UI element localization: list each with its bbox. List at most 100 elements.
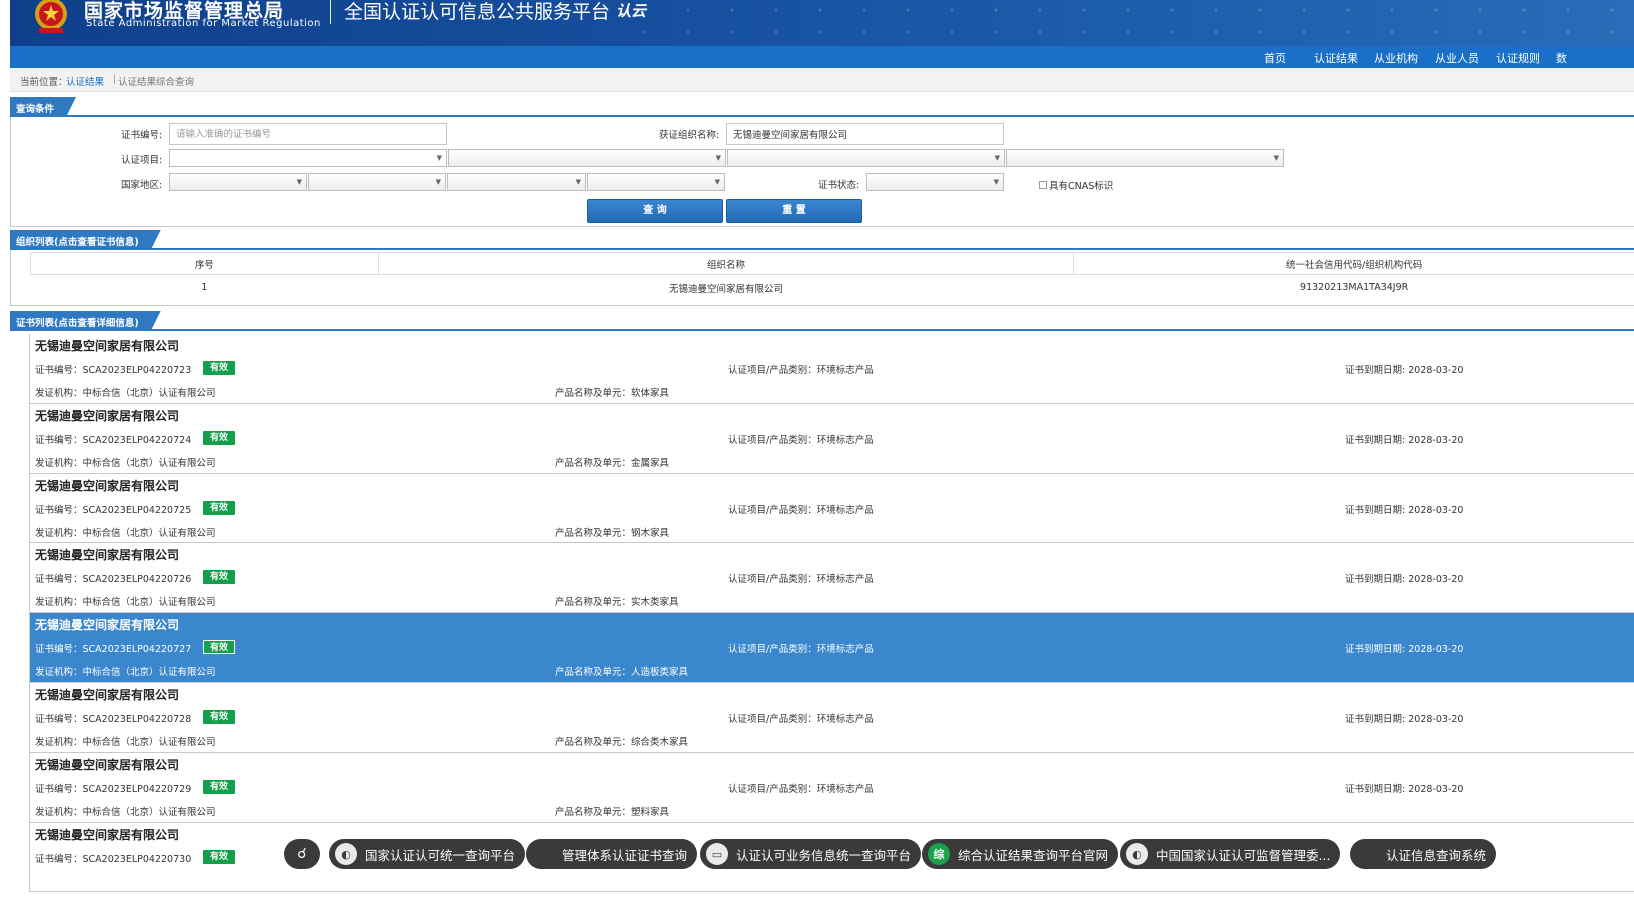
cert-no-label: 证书编号： bbox=[35, 504, 83, 516]
link-pill-5[interactable]: ◐ 中国国家认证认可监督管理委... bbox=[1120, 839, 1341, 869]
list-item[interactable]: 无锡迪曼空间家居有限公司 证书编号：SCA2023ELP04220723 有效 认证项… bbox=[29, 334, 1634, 404]
cert-item-value: 环境标志产品 bbox=[816, 504, 874, 516]
issuer-label: 发证机构： bbox=[35, 597, 83, 609]
product-value: 人造板类家具 bbox=[631, 667, 689, 679]
cert-no-field: 证书编号：SCA2023ELP04220730 bbox=[35, 851, 191, 865]
cert-no-field: 证书编号：SCA2023ELP04220726 bbox=[35, 571, 191, 585]
link-label: 中国国家认证认可监督管理委... bbox=[1156, 847, 1331, 863]
list-item[interactable]: 无锡迪曼空间家居有限公司 证书编号：SCA2023ELP04220725 有效 认证项… bbox=[29, 473, 1634, 544]
left-margin bbox=[0, 0, 10, 904]
issuer-field: 发证机构：中标合信（北京）认证有限公司 bbox=[35, 594, 216, 608]
table-row[interactable]: 1 无锡迪曼空间家居有限公司 91320213MA1TA34J9R bbox=[31, 275, 1634, 301]
blank-icon bbox=[1356, 843, 1378, 865]
cert-item-field: 认证项目/产品类别：环境标志产品 bbox=[728, 781, 874, 795]
cert-org-name: 无锡迪曼空间家居有限公司 bbox=[35, 757, 180, 772]
cert-item-label: 认证项目/产品类别： bbox=[728, 574, 817, 586]
chevron-down-icon: ▼ bbox=[994, 154, 1000, 162]
globe-icon: ◐ bbox=[335, 843, 357, 865]
status-badge: 有效 bbox=[203, 361, 235, 375]
cert-item-select-1[interactable]: ▼ bbox=[169, 149, 447, 167]
status-badge: 有效 bbox=[203, 779, 235, 794]
page: 国家市场监督管理总局 State Administration for Mark… bbox=[10, 0, 1634, 904]
cert-no-field: 证书编号：SCA2023ELP04220724 bbox=[35, 432, 191, 446]
search-icon[interactable]: ☌ bbox=[284, 839, 320, 869]
cnas-label: 具有CNAS标识 bbox=[1049, 181, 1114, 192]
org-name-input[interactable] bbox=[726, 123, 1004, 145]
cert-list-header: 证书列表(点击查看详细信息) bbox=[10, 311, 1634, 331]
reset-button[interactable]: 重 置 bbox=[726, 199, 862, 223]
expiry-field: 证书到期日期: 2028-03-20 bbox=[1345, 502, 1463, 516]
issuer-value: 中标合信（北京）认证有限公司 bbox=[82, 806, 216, 818]
cert-status-select[interactable]: ▼ bbox=[866, 173, 1004, 191]
cert-item-field: 认证项目/产品类别：环境标志产品 bbox=[728, 362, 874, 376]
link-pill-6[interactable]: 认证信息查询系统 bbox=[1350, 839, 1497, 869]
expiry-value: 2028-03-20 bbox=[1408, 504, 1464, 516]
expiry-field: 证书到期日期: 2028-03-20 bbox=[1345, 362, 1463, 376]
cert-item-select-2[interactable]: ▼ bbox=[448, 149, 726, 167]
nav-data[interactable]: 数 bbox=[1556, 50, 1567, 66]
cnas-checkbox[interactable]: 具有CNAS标识 bbox=[1039, 178, 1113, 192]
chevron-down-icon: ▼ bbox=[1273, 154, 1279, 162]
cert-no-value: SCA2023ELP04220728 bbox=[82, 713, 192, 725]
cert-org-name: 无锡迪曼空间家居有限公司 bbox=[35, 478, 180, 493]
expiry-label: 证书到期日期: bbox=[1345, 574, 1409, 586]
cert-item-select-4[interactable]: ▼ bbox=[1006, 149, 1284, 167]
expiry-value: 2028-03-20 bbox=[1408, 783, 1464, 795]
cert-no-field: 证书编号：SCA2023ELP04220725 bbox=[35, 502, 191, 516]
col-org-name: 组织名称 bbox=[377, 252, 1075, 275]
expiry-value: 2028-03-20 bbox=[1408, 644, 1464, 656]
list-item[interactable]: 无锡迪曼空间家居有限公司 证书编号：SCA2023ELP04220727 有效 认证项… bbox=[29, 613, 1634, 683]
product-label: 产品名称及单元： bbox=[555, 457, 632, 469]
main-nav: 首页 认证结果 从业机构 从业人员 认证规则 数 bbox=[10, 46, 1634, 68]
nav-home[interactable]: 首页 bbox=[1264, 50, 1286, 66]
cert-list-title: 证书列表(点击查看详细信息) bbox=[10, 311, 161, 331]
cert-no-field: 证书编号：SCA2023ELP04220728 bbox=[35, 711, 191, 725]
breadcrumb: 当前位置： 认证结果 | 认证结果综合查询 bbox=[10, 68, 1634, 92]
product-field: 产品名称及单元：实木类家具 bbox=[555, 594, 679, 608]
expiry-label: 证书到期日期: bbox=[1345, 644, 1409, 656]
list-item[interactable]: 无锡迪曼空间家居有限公司 证书编号：SCA2023ELP04220724 有效 认证项… bbox=[29, 403, 1634, 474]
search-button[interactable]: 查 询 bbox=[587, 199, 723, 223]
region-select-3[interactable]: ▼ bbox=[447, 173, 586, 191]
status-badge: 有效 bbox=[203, 709, 235, 724]
product-value: 软体家具 bbox=[631, 388, 670, 399]
region-select-1[interactable]: ▼ bbox=[169, 173, 307, 191]
checkbox-box[interactable] bbox=[1039, 181, 1047, 189]
cert-item-label: 认证项目/产品类别： bbox=[728, 434, 817, 446]
cert-no-label: 证书编号： bbox=[35, 853, 83, 865]
list-item[interactable]: 无锡迪曼空间家居有限公司 证书编号：SCA2023ELP04220729 有效 认证项… bbox=[29, 752, 1634, 823]
expiry-label: 证书到期日期: bbox=[1345, 365, 1409, 376]
region-select-2[interactable]: ▼ bbox=[308, 173, 446, 191]
nav-cert-results[interactable]: 认证结果 bbox=[1314, 50, 1358, 66]
cert-no-input[interactable] bbox=[169, 123, 447, 145]
issuer-field: 发证机构：中标合信（北京）认证有限公司 bbox=[35, 455, 216, 469]
cert-item-label: 认证项目/产品类别： bbox=[728, 713, 817, 725]
breadcrumb-link[interactable]: 认证结果 bbox=[66, 74, 104, 88]
breadcrumb-separator: | bbox=[113, 74, 117, 85]
cert-item-label: 认证项目/产品类别： bbox=[728, 644, 817, 656]
product-field: 产品名称及单元：综合类木家具 bbox=[555, 734, 688, 748]
nav-rules[interactable]: 认证规则 bbox=[1496, 50, 1540, 66]
cert-item-select-3[interactable]: ▼ bbox=[727, 149, 1005, 167]
list-item[interactable]: 无锡迪曼空间家居有限公司 证书编号：SCA2023ELP04220726 有效 认证项… bbox=[29, 543, 1634, 614]
nav-institutions[interactable]: 从业机构 bbox=[1374, 50, 1418, 66]
cert-item-value: 环境标志产品 bbox=[816, 713, 874, 725]
issuer-field: 发证机构：中标合信（北京）认证有限公司 bbox=[35, 664, 216, 678]
row-org-name[interactable]: 无锡迪曼空间家居有限公司 bbox=[378, 275, 1074, 301]
link-pill-3[interactable]: ▭ 认证认可业务信息统一查询平台 bbox=[700, 839, 922, 869]
link-pill-4[interactable]: 综综合认证结果查询平台官网 bbox=[922, 839, 1119, 869]
cert-item-value: 环境标志产品 bbox=[816, 365, 874, 376]
expiry-value: 2028-03-20 bbox=[1408, 434, 1464, 446]
link-pill-2[interactable]: 管理体系认证证书查询 bbox=[526, 839, 698, 869]
nav-personnel[interactable]: 从业人员 bbox=[1435, 50, 1479, 66]
cert-no-value: SCA2023ELP04220727 bbox=[82, 644, 192, 656]
expiry-value: 2028-03-20 bbox=[1408, 713, 1464, 725]
list-item[interactable]: 无锡迪曼空间家居有限公司 证书编号：SCA2023ELP04220728 有效 认证项… bbox=[29, 682, 1634, 753]
product-field: 产品名称及单元：软体家具 bbox=[555, 385, 669, 399]
query-section-header: 查询条件 bbox=[10, 97, 1634, 117]
region-select-4[interactable]: ▼ bbox=[587, 173, 725, 191]
link-label: 国家认证认可统一查询平台 bbox=[365, 847, 516, 863]
link-pill-1[interactable]: ◐ 国家认证认可统一查询平台 bbox=[329, 839, 526, 869]
issuer-field: 发证机构：中标合信（北京）认证有限公司 bbox=[35, 525, 216, 539]
breadcrumb-current: 认证结果综合查询 bbox=[118, 77, 195, 88]
